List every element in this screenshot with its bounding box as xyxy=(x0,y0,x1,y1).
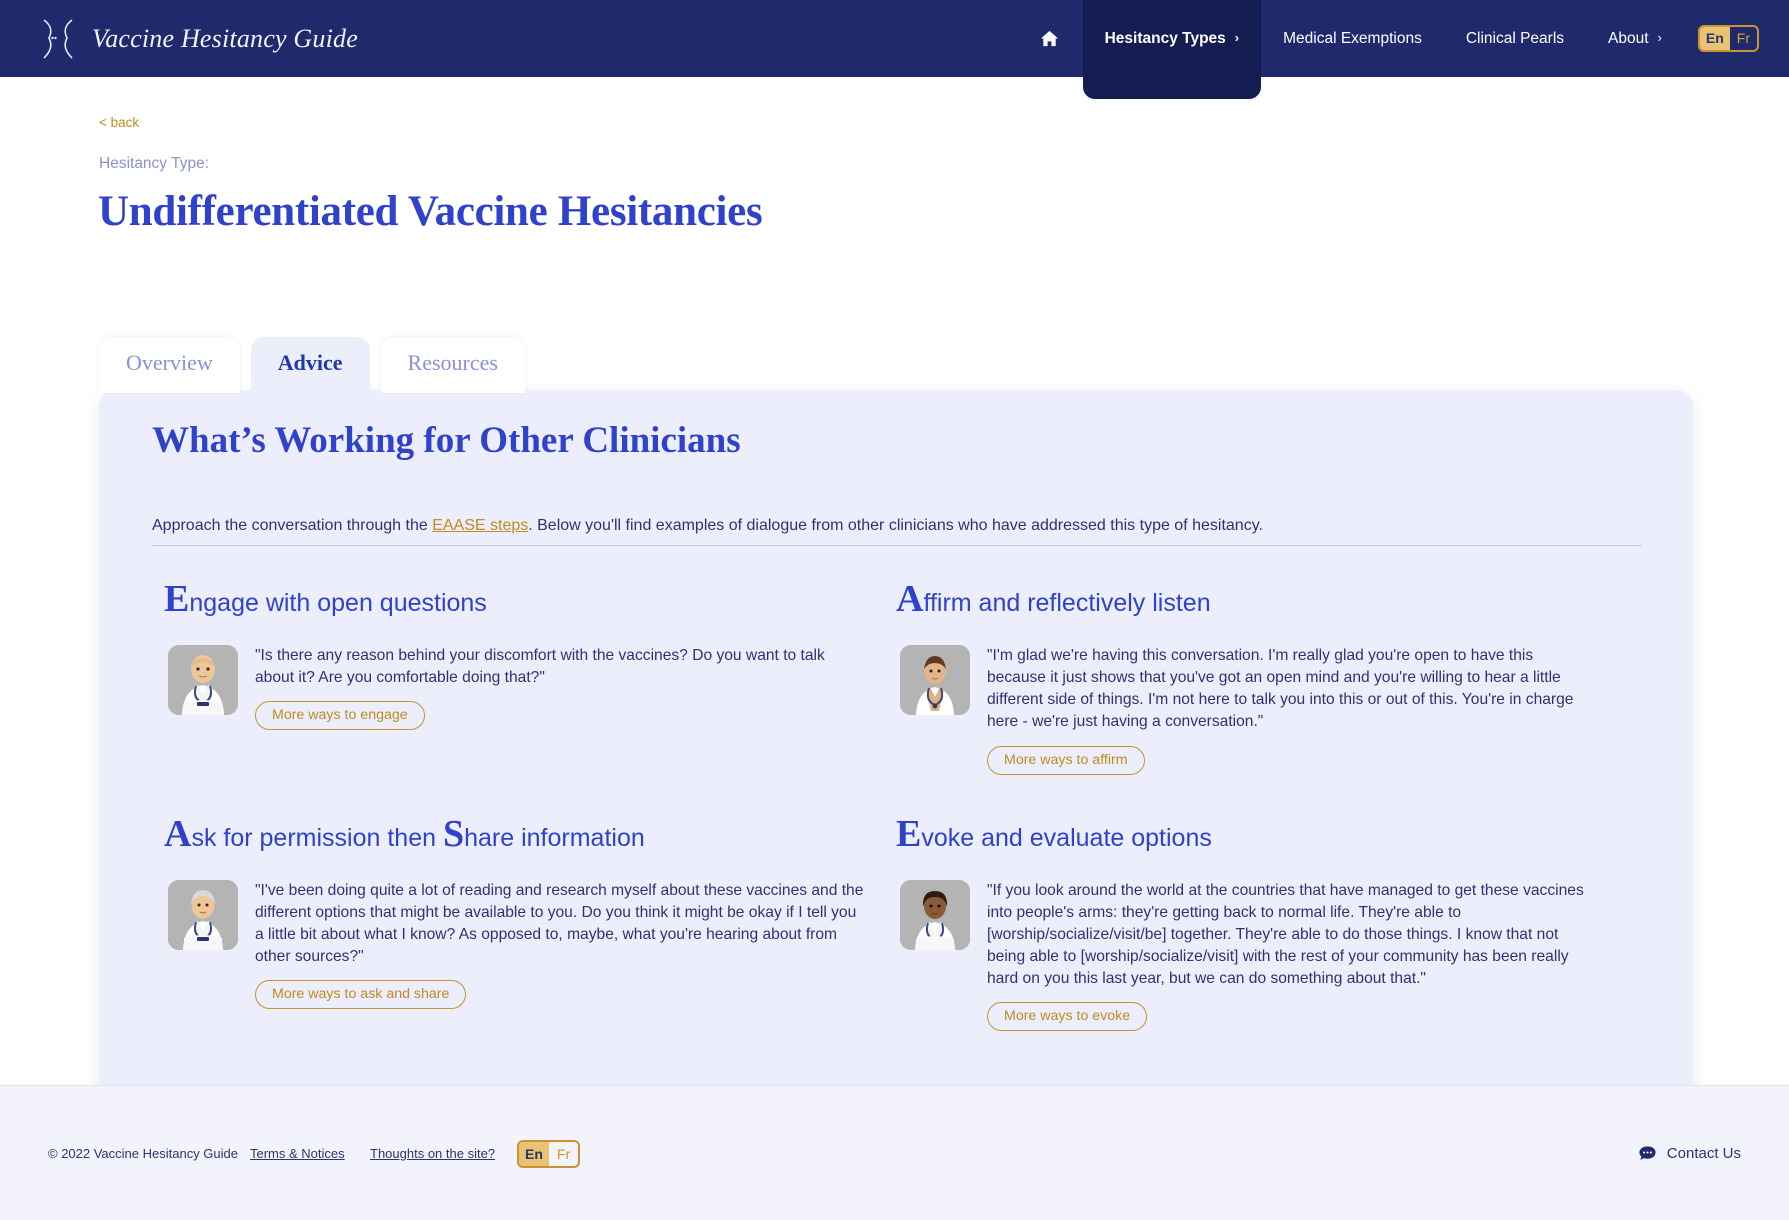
avatar-illustration xyxy=(168,879,238,950)
step-heading: Ask for permission then Share informatio… xyxy=(164,815,864,853)
site-footer: © 2022 Vaccine Hesitancy Guide Terms & N… xyxy=(0,1085,1789,1220)
step-capital: E xyxy=(896,812,922,855)
step-heading-rest: ngage with open questions xyxy=(189,589,487,617)
quote-row: "I'm glad we're having this conversation… xyxy=(896,645,1596,775)
clinician-avatar-young-man xyxy=(900,645,970,715)
quote-row: "I've been doing quite a lot of reading … xyxy=(164,879,864,1010)
advice-card: What’s Working for Other Clinicians Appr… xyxy=(99,390,1693,1165)
chevron-right-icon: › xyxy=(1657,30,1662,45)
thoughts-on-the-site-link[interactable]: Thoughts on the site? xyxy=(370,1146,495,1161)
lang-fr[interactable]: Fr xyxy=(1730,27,1757,50)
nav-item-label: Medical Exemptions xyxy=(1283,29,1422,47)
lang-fr[interactable]: Fr xyxy=(549,1142,578,1166)
more-ways-to-evoke-button[interactable]: More ways to evoke xyxy=(987,1002,1148,1032)
eaase-grid: Engage with open questions "Is there any… xyxy=(119,580,1673,1041)
copyright-text: © 2022 Vaccine Hesitancy Guide xyxy=(48,1146,238,1161)
step-capital: A xyxy=(164,812,192,855)
avatar-illustration xyxy=(168,645,238,715)
clinician-avatar-woman xyxy=(900,879,970,950)
contact-us-button[interactable]: Contact Us xyxy=(1638,1144,1741,1163)
intro-text-after: . Below you'll find examples of dialogue… xyxy=(528,517,1263,534)
step-heading-rest: hare information xyxy=(464,823,645,852)
terms-and-notices-link[interactable]: Terms & Notices xyxy=(250,1146,345,1161)
step-capital-secondary: S xyxy=(442,812,465,855)
nav-item-clinical-pearls[interactable]: Clinical Pearls xyxy=(1444,0,1586,77)
step-heading: Affirm and reflectively listen xyxy=(896,580,1596,618)
language-toggle-header[interactable]: En Fr xyxy=(1697,25,1759,52)
chevron-right-icon: › xyxy=(1234,30,1240,45)
more-ways-to-ask-and-share-button[interactable]: More ways to ask and share xyxy=(255,980,467,1010)
language-toggle-footer[interactable]: En Fr xyxy=(517,1139,581,1168)
more-ways-to-engage-button[interactable]: More ways to engage xyxy=(255,701,425,731)
lang-en[interactable]: En xyxy=(1699,27,1730,50)
nav-item-home[interactable] xyxy=(1016,0,1083,77)
brand[interactable]: Vaccine Hesitancy Guide xyxy=(38,16,358,62)
step-heading: Engage with open questions xyxy=(164,580,864,618)
page-title: Undifferentiated Vaccine Hesitancies xyxy=(98,188,763,235)
quote-body: "I've been doing quite a lot of reading … xyxy=(255,880,864,1010)
nav-item-medical-exemptions[interactable]: Medical Exemptions xyxy=(1261,0,1444,77)
quote-body: "I'm glad we're having this conversation… xyxy=(987,645,1596,775)
quote-body: "Is there any reason behind your discomf… xyxy=(255,645,864,731)
quote-body: "If you look around the world at the cou… xyxy=(987,880,1596,1032)
nav-item-label: Clinical Pearls xyxy=(1465,29,1565,47)
step-heading-rest: voke and evaluate options xyxy=(921,823,1212,852)
step-affirm: Affirm and reflectively listen "I'm glad… xyxy=(896,580,1596,785)
card-intro: Approach the conversation through the EA… xyxy=(152,515,1642,537)
quote-text: "I'm glad we're having this conversation… xyxy=(987,647,1574,731)
nav-item-label: Hesitancy Types xyxy=(1104,29,1226,47)
nav-item-about[interactable]: About › xyxy=(1586,0,1684,77)
nav-item-label: About xyxy=(1608,29,1649,47)
brand-title: Vaccine Hesitancy Guide xyxy=(92,23,358,53)
step-evoke: Evoke and evaluate options "If you look … xyxy=(896,815,1596,1042)
quote-text: "If you look around the world at the cou… xyxy=(987,881,1584,988)
tab-overview[interactable]: Overview xyxy=(99,337,240,393)
back-link[interactable]: < back xyxy=(99,115,139,130)
quote-row: "Is there any reason behind your discomf… xyxy=(164,645,864,731)
main-nav: Hesitancy Types › Medical Exemptions Cli… xyxy=(1016,0,1759,99)
nav-item-hesitancy-types[interactable]: Hesitancy Types › xyxy=(1082,0,1262,99)
quote-row: "If you look around the world at the cou… xyxy=(896,879,1596,1032)
step-ask-share: Ask for permission then Share informatio… xyxy=(164,815,864,1042)
avatar-illustration xyxy=(900,879,970,950)
site-header: Vaccine Hesitancy Guide Hesitancy Types … xyxy=(0,0,1789,99)
intro-text-before: Approach the conversation through the xyxy=(152,517,433,534)
quote-text: "I've been doing quite a lot of reading … xyxy=(255,881,864,965)
step-heading-mid: sk for permission then xyxy=(191,823,443,852)
contact-us-label: Contact Us xyxy=(1666,1145,1741,1162)
home-icon xyxy=(1040,30,1058,47)
clinician-avatar-bald-man xyxy=(168,645,238,715)
tab-advice[interactable]: Advice xyxy=(250,337,370,393)
avatar-illustration xyxy=(900,645,970,715)
step-heading: Evoke and evaluate options xyxy=(896,815,1596,853)
quote-text: "Is there any reason behind your discomf… xyxy=(255,647,825,687)
lang-en[interactable]: En xyxy=(519,1141,549,1166)
card-divider xyxy=(152,545,1642,546)
tab-resources[interactable]: Resources xyxy=(380,337,525,393)
step-capital: E xyxy=(164,578,190,620)
app-root: Vaccine Hesitancy Guide Hesitancy Types … xyxy=(0,0,1789,1220)
eaase-steps-link[interactable]: EAASE steps xyxy=(432,517,528,534)
more-ways-to-affirm-button[interactable]: More ways to affirm xyxy=(987,745,1145,775)
page-eyebrow: Hesitancy Type: xyxy=(99,155,209,172)
chat-bubble-icon xyxy=(1639,1146,1656,1160)
speech-brackets-logo xyxy=(43,18,73,59)
step-capital: A xyxy=(896,578,924,620)
step-heading-rest: ffirm and reflectively listen xyxy=(923,589,1211,617)
clinician-avatar-grey-haired-man xyxy=(168,879,238,950)
card-title: What’s Working for Other Clinicians xyxy=(152,420,741,461)
step-engage: Engage with open questions "Is there any… xyxy=(164,580,864,785)
tab-bar: Overview Advice Resources xyxy=(99,337,525,393)
